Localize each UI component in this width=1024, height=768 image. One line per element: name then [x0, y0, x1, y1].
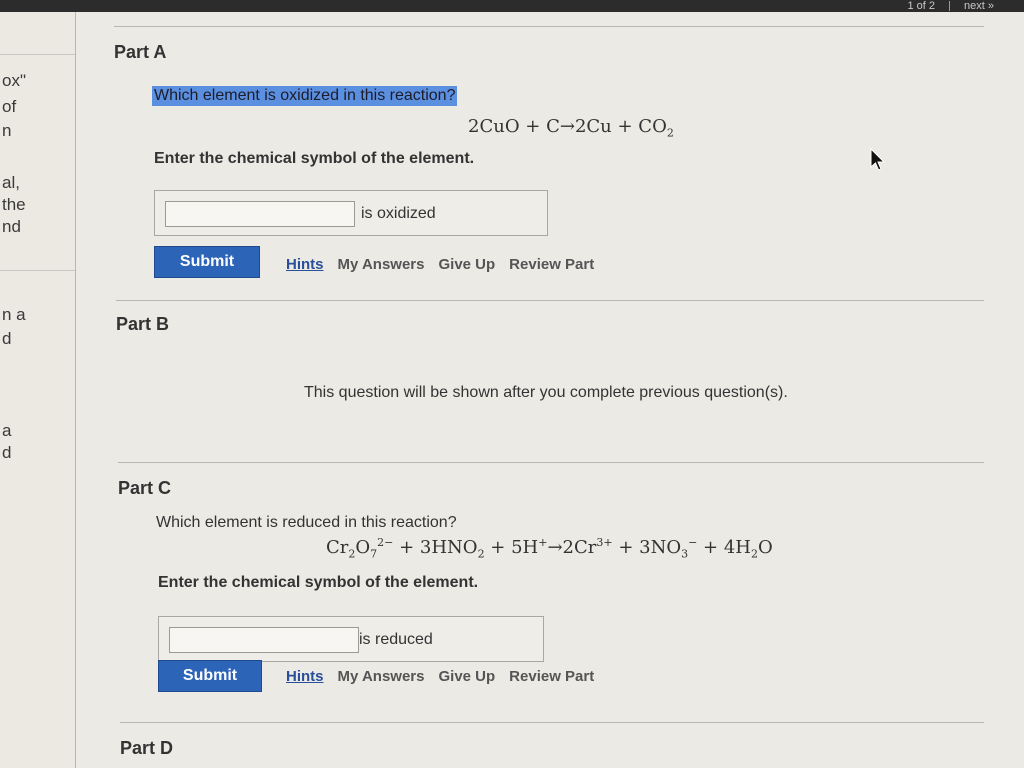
sidebar-divider	[0, 54, 75, 55]
part-c-links: Hints My Answers Give Up Review Part	[286, 668, 594, 685]
give-up-link[interactable]: Give Up	[438, 256, 495, 273]
hints-link[interactable]: Hints	[286, 256, 324, 273]
review-part-link[interactable]: Review Part	[509, 668, 594, 685]
part-a-question: Which element is oxidized in this reacti…	[152, 86, 458, 106]
sidebar-divider	[0, 270, 75, 271]
part-d-title: Part D	[120, 738, 174, 758]
part-a-instruction: Enter the chemical symbol of the element…	[154, 150, 475, 167]
my-answers-link[interactable]: My Answers	[338, 256, 425, 273]
sidebar-text: the	[2, 195, 26, 214]
my-answers-link[interactable]: My Answers	[338, 668, 425, 685]
part-a-title: Part A	[114, 42, 167, 62]
part-divider	[116, 300, 984, 301]
part-a-equation: 2CuO + C→2Cu + CO2	[468, 116, 674, 140]
pagination: 1 of 2 next »	[908, 0, 995, 12]
part-c-equation: Cr2O72− + 3HNO2 + 5H+→2Cr3+ + 3NO3− + 4H…	[326, 536, 773, 561]
part-b-locked-notice: This question will be shown after you co…	[304, 384, 788, 401]
sidebar-text: nd	[2, 217, 21, 236]
left-panel: ox" of n al, the nd n a d a d	[0, 12, 76, 768]
part-c-answer-input[interactable]	[169, 627, 359, 653]
hints-link[interactable]: Hints	[286, 668, 324, 685]
part-b-title: Part B	[116, 314, 170, 334]
top-bar	[0, 0, 1024, 12]
review-part-link[interactable]: Review Part	[509, 256, 594, 273]
mouse-cursor-icon	[870, 148, 886, 171]
sidebar-text: ox"	[2, 71, 26, 90]
sidebar-text: a	[2, 421, 12, 440]
part-c-title: Part C	[118, 478, 172, 498]
part-c-answer-suffix: is reduced	[359, 631, 433, 648]
sidebar-text: of	[2, 97, 17, 116]
next-link[interactable]: next »	[964, 0, 994, 12]
part-a-answer-box: is oxidized	[154, 190, 548, 236]
sidebar-text: al,	[2, 173, 20, 192]
part-a-links: Hints My Answers Give Up Review Part	[286, 256, 594, 273]
part-c-question: Which element is reduced in this reactio…	[156, 514, 457, 531]
give-up-link[interactable]: Give Up	[438, 668, 495, 685]
part-c-answer-box: is reduced	[158, 616, 544, 662]
page-counter: 1 of 2	[907, 0, 936, 12]
sidebar-text: d	[2, 329, 12, 348]
part-divider	[120, 722, 984, 723]
nav-divider	[949, 1, 951, 11]
sidebar-text: d	[2, 443, 12, 462]
sidebar-text: n a	[2, 305, 26, 324]
part-a-answer-input[interactable]	[165, 201, 355, 227]
part-a-submit-button[interactable]: Submit	[154, 246, 260, 278]
part-a-answer-suffix: is oxidized	[361, 205, 436, 222]
part-divider	[114, 26, 984, 27]
sidebar-text: n	[2, 121, 12, 140]
part-c-instruction: Enter the chemical symbol of the element…	[158, 574, 479, 591]
main-content: Part A Which element is oxidized in this…	[76, 12, 1024, 768]
part-c-submit-button[interactable]: Submit	[158, 660, 262, 692]
part-divider	[118, 462, 984, 463]
